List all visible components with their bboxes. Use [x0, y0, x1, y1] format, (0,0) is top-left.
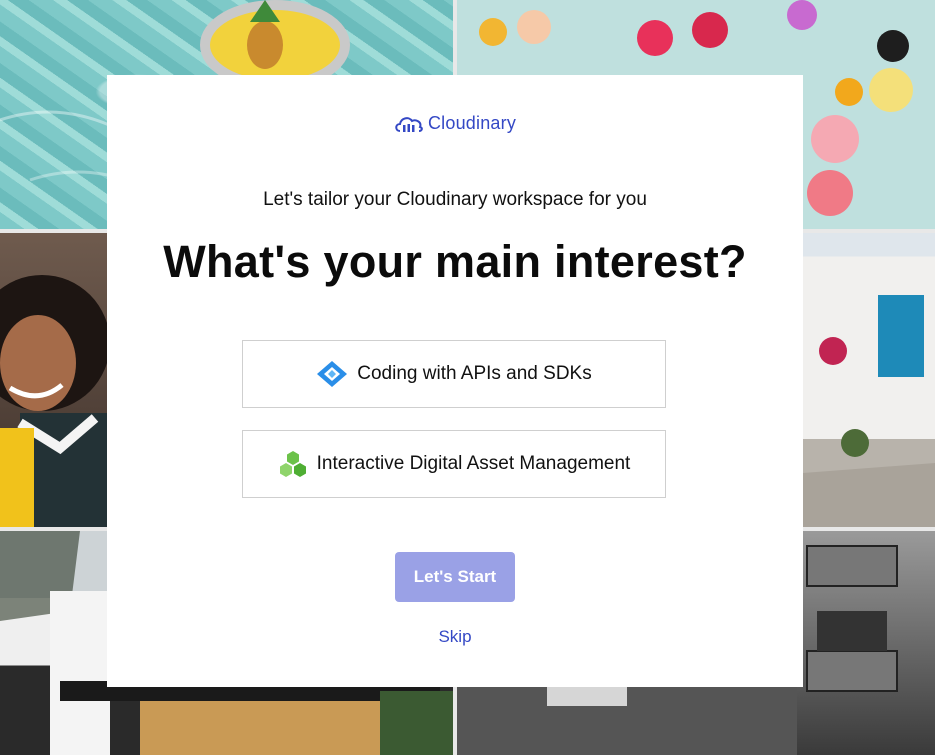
diamond-code-icon [317, 361, 348, 387]
white-house-image [803, 233, 935, 527]
onboarding-modal: Cloudinary Let's tailor your Cloudinary … [107, 75, 803, 687]
subtitle: Let's tailor your Cloudinary workspace f… [263, 189, 647, 210]
skip-link[interactable]: Skip [107, 627, 803, 647]
cloudinary-logo: Cloudinary [107, 113, 803, 134]
logo-text: Cloudinary [427, 113, 517, 133]
option-digital-asset-management[interactable]: Interactive Digital Asset Management [242, 430, 666, 498]
woman-image [0, 233, 107, 527]
cloud-logo-icon [395, 116, 423, 132]
option-label: Interactive Digital Asset Management [316, 453, 631, 474]
hexagon-cluster-icon [279, 451, 306, 477]
option-coding-apis-sdks[interactable]: Coding with APIs and SDKs [242, 340, 666, 408]
page-title: What's your main interest? [163, 236, 747, 287]
lets-start-button[interactable]: Let's Start [395, 552, 515, 602]
option-label: Coding with APIs and SDKs [357, 363, 592, 384]
